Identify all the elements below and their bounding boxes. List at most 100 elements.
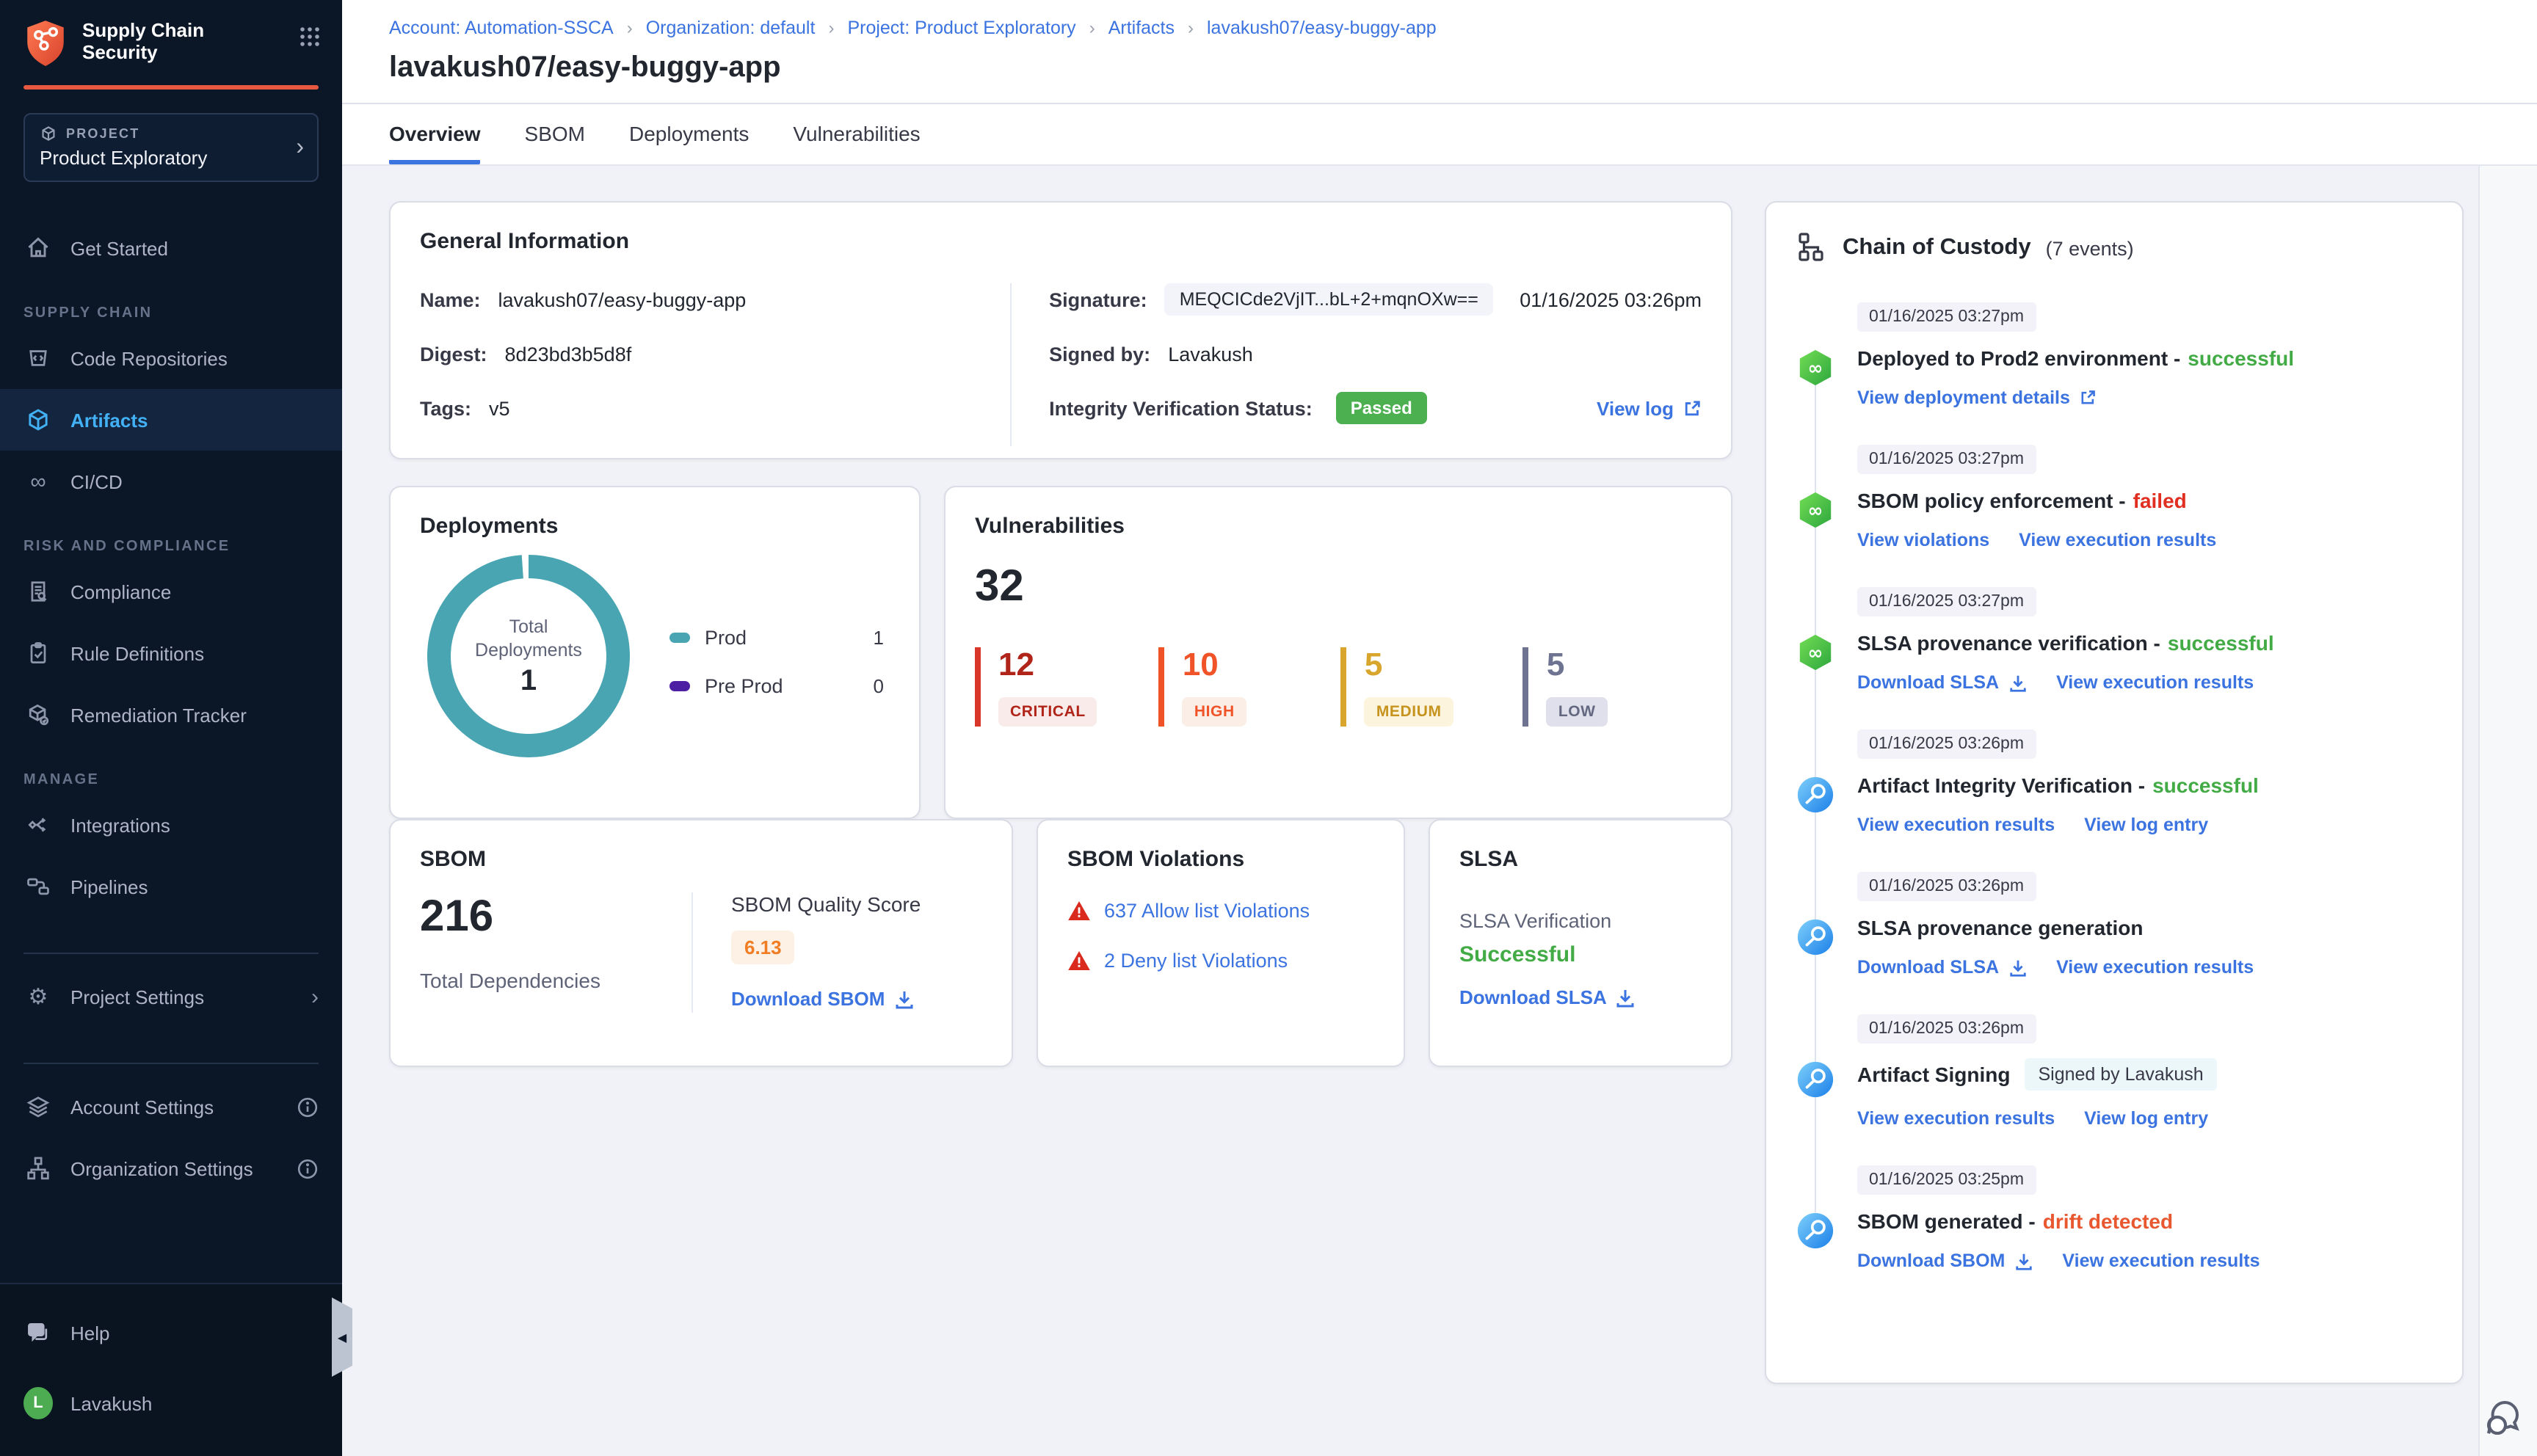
sidebar-item-project-settings[interactable]: ⚙ Project Settings › xyxy=(0,966,342,1027)
chain-of-custody-title: Chain of Custody xyxy=(1843,235,2031,260)
slsa-verification-label: SLSA Verification xyxy=(1459,910,1612,932)
tab-sbom[interactable]: SBOM xyxy=(525,104,585,164)
remediation-box-icon xyxy=(23,702,53,728)
app-title: Supply Chain Security xyxy=(82,19,205,63)
event-timestamp: 01/16/2025 03:26pm xyxy=(1857,1014,2036,1044)
page-header: Account: Automation-SSCA › Organization: … xyxy=(342,0,2537,104)
sbom-quality-score-label: SBOM Quality Score xyxy=(731,892,921,916)
sidebar-item-rule-definitions[interactable]: Rule Definitions xyxy=(0,622,342,684)
vulnerabilities-total: 32 xyxy=(975,562,1024,611)
view-execution-results-link[interactable]: View execution results xyxy=(1857,815,2055,835)
tab-vulnerabilities[interactable]: Vulnerabilities xyxy=(793,104,920,164)
breadcrumb-current[interactable]: lavakush07/easy-buggy-app xyxy=(1207,18,1437,38)
gear-icon: ⚙ xyxy=(28,984,48,1009)
warning-triangle-icon xyxy=(1068,951,1090,970)
sidebar-item-pipelines[interactable]: Pipelines xyxy=(0,856,342,917)
donut-legend: Prod 1 Pre Prod 0 xyxy=(631,627,890,697)
allow-list-violations-row: 637 Allow list Violations xyxy=(1067,900,1374,922)
sidebar-divider xyxy=(23,953,319,954)
breadcrumb: Account: Automation-SSCA › Organization: … xyxy=(389,18,2502,38)
severity-high: 10 HIGH xyxy=(1158,647,1280,727)
sidebar-item-integrations[interactable]: Integrations xyxy=(0,794,342,856)
feedback-chat-icon[interactable] xyxy=(2486,1397,2530,1438)
sidebar-collapse-handle[interactable]: ◀ xyxy=(332,1297,352,1377)
deny-list-violations-link[interactable]: 2 Deny list Violations xyxy=(1104,950,1288,972)
legend-item-pre-prod: Pre Prod 0 xyxy=(669,675,884,697)
chevron-right-icon: › xyxy=(311,984,319,1009)
module-switcher-icon[interactable] xyxy=(298,25,322,48)
event-timestamp: 01/16/2025 03:27pm xyxy=(1857,445,2036,474)
custody-event: 01/16/2025 03:26pm Artifact Signing Signe… xyxy=(1796,1014,2433,1129)
prod-swatch xyxy=(669,633,690,643)
external-link-icon xyxy=(1685,400,1700,415)
sbom-card: SBOM 216 Total Dependencies SBOM Quality… xyxy=(389,819,1013,1067)
view-execution-results-link[interactable]: View execution results xyxy=(1857,1108,2055,1129)
tags-label: Tags: xyxy=(420,397,472,419)
svg-text:?: ? xyxy=(34,1325,39,1336)
signature-label: Signature: xyxy=(1049,288,1147,310)
chain-of-custody-card: Chain of Custody (7 events) 01/16/2025 0… xyxy=(1765,201,2464,1384)
chevron-separator: › xyxy=(828,18,835,38)
download-sbom-link[interactable]: Download SBOM xyxy=(731,988,914,1010)
project-name: Product Exploratory xyxy=(40,147,208,169)
event-timestamp: 01/16/2025 03:27pm xyxy=(1857,587,2036,616)
breadcrumb-project[interactable]: Project: Product Exploratory xyxy=(847,18,1075,38)
breadcrumb-artifacts[interactable]: Artifacts xyxy=(1108,18,1175,38)
info-icon xyxy=(297,1096,319,1118)
sidebar-item-artifacts[interactable]: Artifacts xyxy=(0,389,342,451)
custody-event: 01/16/2025 03:27pm ∞ Deployed to Prod2 e… xyxy=(1796,302,2433,408)
clipboard-check-icon xyxy=(23,640,53,666)
allow-list-violations-link[interactable]: 637 Allow list Violations xyxy=(1104,900,1310,922)
download-slsa-link[interactable]: Download SLSA xyxy=(1857,957,2027,978)
tab-overview[interactable]: Overview xyxy=(389,104,481,164)
legend-item-prod: Prod 1 xyxy=(669,627,884,649)
deployments-card: Deployments Total Deployments 1 Prod 1 P… xyxy=(389,486,921,819)
total-deployments-value: 1 xyxy=(520,664,537,696)
sidebar-section-manage: MANAGE xyxy=(23,772,100,788)
content: General Information Name: lavakush07/easy… xyxy=(342,166,2478,1456)
sidebar-item-help[interactable]: ? Help xyxy=(0,1302,342,1364)
breadcrumb-organization[interactable]: Organization: default xyxy=(646,18,816,38)
project-selector[interactable]: PROJECT Product Exploratory › xyxy=(23,113,319,182)
status-badge: Passed xyxy=(1335,392,1427,424)
sidebar-item-organization-settings[interactable]: Organization Settings xyxy=(0,1138,342,1199)
cicd-infinity-icon: ∞ xyxy=(30,469,46,494)
sidebar-item-remediation-tracker[interactable]: Remediation Tracker xyxy=(0,684,342,746)
sidebar-item-account-settings[interactable]: Account Settings xyxy=(0,1076,342,1138)
view-log-link[interactable]: View log xyxy=(1597,397,1702,419)
svg-text:∞: ∞ xyxy=(1808,642,1823,663)
scan-circle-icon xyxy=(1796,1060,1835,1099)
sidebar-item-compliance[interactable]: Compliance xyxy=(0,561,342,622)
svg-text:∞: ∞ xyxy=(1808,500,1823,521)
download-slsa-link[interactable]: Download SLSA xyxy=(1857,672,2027,693)
card-title: Deployments xyxy=(420,514,559,539)
view-deployment-details-link[interactable]: View deployment details xyxy=(1857,387,2097,408)
view-log-entry-link[interactable]: View log entry xyxy=(2084,815,2208,835)
download-icon xyxy=(895,991,912,1008)
view-log-entry-link[interactable]: View log entry xyxy=(2084,1108,2208,1129)
artifact-name: lavakush07/easy-buggy-app xyxy=(498,288,747,310)
scan-circle-icon xyxy=(1796,775,1835,815)
tab-deployments[interactable]: Deployments xyxy=(629,104,749,164)
download-sbom-link[interactable]: Download SBOM xyxy=(1857,1251,2033,1271)
integrations-icon xyxy=(23,812,53,838)
download-slsa-link[interactable]: Download SLSA xyxy=(1459,986,1636,1008)
sidebar-item-code-repositories[interactable]: Code Repositories xyxy=(0,327,342,389)
view-execution-results-link[interactable]: View execution results xyxy=(2056,957,2254,978)
svg-text:∞: ∞ xyxy=(1808,357,1823,379)
custody-timeline: 01/16/2025 03:27pm ∞ Deployed to Prod2 e… xyxy=(1796,302,2433,1271)
view-violations-link[interactable]: View violations xyxy=(1857,530,1989,550)
view-execution-results-link[interactable]: View execution results xyxy=(2062,1251,2260,1271)
scan-circle-icon xyxy=(1796,1211,1835,1251)
user-menu[interactable]: L Lavakush xyxy=(0,1372,342,1434)
breadcrumb-account[interactable]: Account: Automation-SSCA xyxy=(389,18,614,38)
signed-by-label: Signed by: xyxy=(1049,343,1151,365)
pre-prod-swatch xyxy=(669,681,690,691)
view-execution-results-link[interactable]: View execution results xyxy=(2056,672,2254,693)
artifact-tags: v5 xyxy=(489,397,510,419)
view-execution-results-link[interactable]: View execution results xyxy=(2019,530,2216,550)
sidebar-item-cicd[interactable]: ∞ CI/CD xyxy=(0,451,342,512)
main-area: Account: Automation-SSCA › Organization: … xyxy=(342,0,2537,1456)
sidebar-item-get-started[interactable]: Get Started xyxy=(0,217,342,279)
pipeline-hexagon-icon: ∞ xyxy=(1796,633,1835,672)
